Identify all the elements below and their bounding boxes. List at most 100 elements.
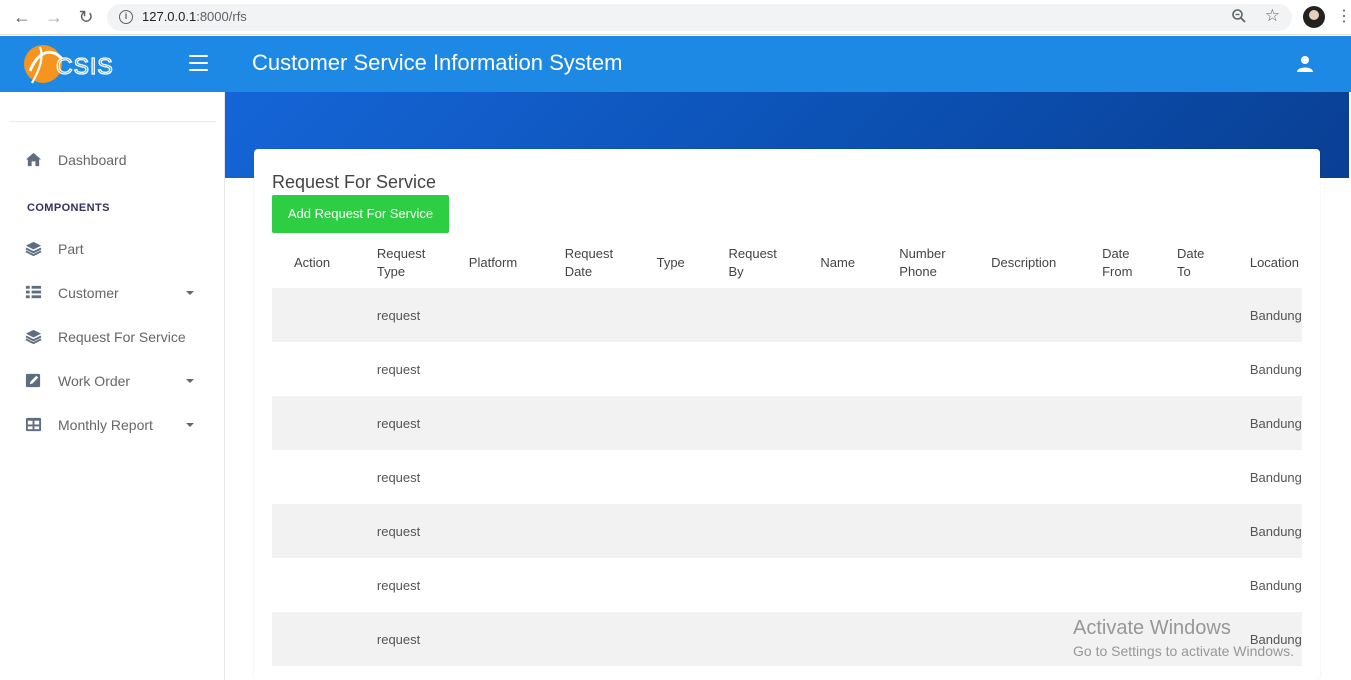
- csis-logo[interactable]: CSIS: [22, 41, 117, 87]
- layers-icon: [25, 241, 42, 257]
- card-title: Request For Service: [272, 172, 437, 192]
- column-header: Platform: [469, 237, 565, 288]
- sidebar-item-label: Request For Service: [58, 329, 186, 345]
- table-cell: [820, 288, 900, 342]
- table-cell: Bandung: [1249, 396, 1302, 450]
- table-cell: [272, 396, 377, 450]
- sidebar-item-work-order[interactable]: Work Order: [0, 366, 225, 396]
- sidebar-item-dashboard[interactable]: Dashboard: [0, 145, 225, 175]
- table-row[interactable]: request Bandung: [272, 504, 1302, 558]
- column-header-line: By: [728, 263, 744, 279]
- table-cell: [468, 288, 565, 342]
- column-header: Location: [1250, 237, 1302, 288]
- chevron-down-icon[interactable]: [186, 291, 194, 295]
- sidebar-item-request-for-service[interactable]: Request For Service: [0, 322, 225, 352]
- hamburger-menu-icon[interactable]: [189, 55, 208, 71]
- table-cell: [1177, 558, 1250, 612]
- table-row[interactable]: request Bandung: [272, 342, 1302, 396]
- top-navbar: Customer Service Information System: [225, 36, 1351, 92]
- sidebar-item-customer[interactable]: Customer: [0, 278, 225, 308]
- table-cell: [899, 342, 991, 396]
- chevron-down-icon[interactable]: [186, 423, 194, 427]
- table-cell: [468, 396, 565, 450]
- table-cell: Bandung: [1249, 504, 1302, 558]
- table-cell: [656, 504, 729, 558]
- watermark-subtitle: Go to Settings to activate Windows.: [1073, 643, 1294, 659]
- table-cell: [1176, 396, 1250, 450]
- add-request-button[interactable]: Add Request For Service: [272, 195, 449, 233]
- table-row[interactable]: request Bandung: [272, 396, 1302, 450]
- table-cell: [728, 504, 821, 558]
- url-host: 127.0.0.1: [142, 9, 197, 24]
- table-cell: [469, 342, 565, 396]
- column-header: Name: [820, 237, 899, 288]
- column-header-line: Request: [564, 245, 614, 261]
- column-header-line: Platform: [468, 254, 518, 270]
- sidebar-item-label: Dashboard: [58, 152, 127, 168]
- address-bar[interactable]: i 127.0.0.1:8000/rfs ☆: [107, 4, 1292, 31]
- table-cell: [728, 396, 821, 450]
- table-cell: [899, 612, 992, 666]
- table-cell: [564, 612, 657, 666]
- windows-activation-watermark: Activate Windows Go to Settings to activ…: [1073, 617, 1294, 659]
- table-cell: [991, 396, 1103, 450]
- column-header-line: Description: [991, 254, 1057, 270]
- table-cell: [272, 342, 377, 396]
- sidebar-item-label: Monthly Report: [58, 417, 153, 433]
- table-cell: [899, 558, 991, 612]
- table-cell: [657, 450, 729, 504]
- column-header: Number Phone: [899, 237, 991, 288]
- brand-header: CSIS: [0, 36, 225, 92]
- column-header: Action: [272, 237, 377, 288]
- column-header-line: Request: [376, 245, 426, 261]
- table-cell: [656, 612, 729, 666]
- bookmark-star-icon[interactable]: ☆: [1265, 6, 1280, 26]
- table-cell: [1176, 504, 1250, 558]
- column-header-line: Date: [564, 263, 593, 279]
- column-header-line: Type: [376, 263, 406, 279]
- table-cell: [469, 450, 565, 504]
- table-row[interactable]: request Bandung: [272, 558, 1302, 612]
- forward-icon[interactable]: →: [43, 6, 65, 28]
- table-cell: [468, 504, 565, 558]
- column-header: Date To: [1177, 237, 1250, 288]
- table-header-row: Action Request Type Platform Request Date Type…: [272, 237, 1302, 288]
- column-header: Type: [657, 237, 729, 288]
- chevron-down-icon[interactable]: [186, 379, 194, 383]
- table-cell: [468, 612, 565, 666]
- svg-text:CSIS: CSIS: [56, 53, 114, 79]
- layers-icon: [25, 329, 42, 345]
- table-cell: [469, 558, 565, 612]
- browser-menu-icon[interactable]: ⋮: [1336, 6, 1351, 28]
- column-header-line: Number: [899, 245, 946, 261]
- reload-icon[interactable]: ↻: [75, 6, 97, 28]
- back-icon[interactable]: ←: [11, 6, 33, 28]
- watermark-title: Activate Windows: [1073, 617, 1231, 639]
- table-cell: [565, 558, 657, 612]
- table-cell: [657, 342, 729, 396]
- column-header-line: Date: [1102, 245, 1130, 261]
- url-text[interactable]: 127.0.0.1:8000/rfs: [142, 9, 247, 24]
- table-cell: request: [376, 577, 421, 593]
- sidebar-item-monthly-report[interactable]: Monthly Report: [0, 410, 225, 440]
- table-cell: [1176, 288, 1250, 342]
- table-cell: [820, 396, 900, 450]
- profile-avatar[interactable]: [1303, 6, 1325, 28]
- info-icon[interactable]: i: [119, 10, 133, 24]
- column-header: Date From: [1102, 237, 1177, 288]
- table-cell: [899, 288, 992, 342]
- table-row[interactable]: request Bandung: [272, 450, 1302, 504]
- table-cell: [1177, 342, 1250, 396]
- sidebar-item-part[interactable]: Part: [0, 234, 225, 264]
- table-row[interactable]: request Bandung: [272, 288, 1302, 342]
- edit-icon: [25, 373, 41, 388]
- user-icon[interactable]: [1296, 55, 1314, 73]
- zoom-icon[interactable]: [1231, 8, 1247, 28]
- table-cell: [820, 450, 899, 504]
- table-cell: [272, 612, 377, 666]
- table-cell: request: [376, 288, 469, 342]
- table-cell: [564, 288, 657, 342]
- table-cell: [272, 504, 377, 558]
- table-cell: [564, 504, 657, 558]
- column-header-line: Request: [728, 245, 777, 261]
